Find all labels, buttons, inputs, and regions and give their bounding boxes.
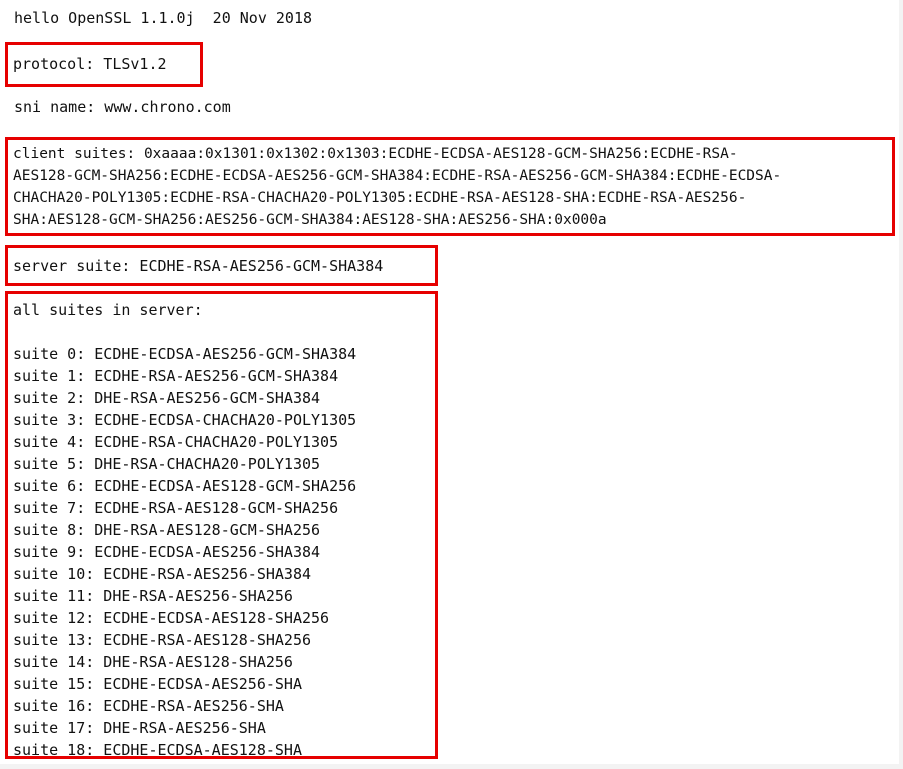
server-suite-line: server suite: ECDHE-RSA-AES256-GCM-SHA38…	[13, 257, 384, 275]
console-output: hello OpenSSL 1.1.0j 20 Nov 2018 protoco…	[0, 0, 899, 764]
suite-list-item: suite 18: ECDHE-ECDSA-AES128-SHA	[13, 741, 302, 759]
suite-list-item: suite 12: ECDHE-ECDSA-AES128-SHA256	[13, 609, 330, 627]
protocol-line: protocol: TLSv1.2	[13, 55, 167, 73]
server-suite-highlight-box: server suite: ECDHE-RSA-AES256-GCM-SHA38…	[5, 245, 438, 286]
client-suites-line: SHA:AES128-GCM-SHA256:AES256-GCM-SHA384:…	[13, 212, 607, 228]
suite-list-item: suite 2: DHE-RSA-AES256-GCM-SHA384	[13, 389, 321, 407]
suite-list-item: suite 5: DHE-RSA-CHACHA20-POLY1305	[13, 455, 321, 473]
suite-list-item: suite 15: ECDHE-ECDSA-AES256-SHA	[13, 675, 302, 693]
suite-list: suite 0: ECDHE-ECDSA-AES256-GCM-SHA384 s…	[13, 343, 356, 761]
suite-list-item: suite 9: ECDHE-ECDSA-AES256-SHA384	[13, 543, 321, 561]
suite-list-item: suite 6: ECDHE-ECDSA-AES128-GCM-SHA256	[13, 477, 357, 495]
all-suites-title: all suites in server:	[13, 301, 203, 319]
sni-name-line: sni name: www.chrono.com	[14, 98, 231, 116]
suite-list-item: suite 7: ECDHE-RSA-AES128-GCM-SHA256	[13, 499, 339, 517]
suite-list-item: suite 1: ECDHE-RSA-AES256-GCM-SHA384	[13, 367, 339, 385]
suite-list-item: suite 17: DHE-RSA-AES256-SHA	[13, 719, 266, 737]
client-suites-line: CHACHA20-POLY1305:ECDHE-RSA-CHACHA20-POL…	[13, 190, 747, 206]
client-suites-line: client suites: 0xaaaa:0x1301:0x1302:0x13…	[13, 146, 738, 162]
suite-list-item: suite 0: ECDHE-ECDSA-AES256-GCM-SHA384	[13, 345, 357, 363]
suite-list-item: suite 16: ECDHE-RSA-AES256-SHA	[13, 697, 284, 715]
client-suites-line: AES128-GCM-SHA256:ECDHE-ECDSA-AES256-GCM…	[13, 168, 782, 184]
suite-list-item: suite 3: ECDHE-ECDSA-CHACHA20-POLY1305	[13, 411, 357, 429]
client-suites-highlight-box: client suites: 0xaaaa:0x1301:0x1302:0x13…	[5, 137, 895, 236]
client-suites-text: client suites: 0xaaaa:0x1301:0x1302:0x13…	[13, 143, 781, 231]
protocol-highlight-box: protocol: TLSv1.2	[5, 42, 203, 87]
suite-list-item: suite 14: DHE-RSA-AES128-SHA256	[13, 653, 293, 671]
suite-list-item: suite 11: DHE-RSA-AES256-SHA256	[13, 587, 293, 605]
suite-list-item: suite 10: ECDHE-RSA-AES256-SHA384	[13, 565, 312, 583]
suite-list-item: suite 8: DHE-RSA-AES128-GCM-SHA256	[13, 521, 321, 539]
all-suites-highlight-box: all suites in server: suite 0: ECDHE-ECD…	[5, 291, 438, 759]
openssl-version-line: hello OpenSSL 1.1.0j 20 Nov 2018	[14, 9, 313, 27]
suite-list-item: suite 13: ECDHE-RSA-AES128-SHA256	[13, 631, 312, 649]
suite-list-item: suite 4: ECDHE-RSA-CHACHA20-POLY1305	[13, 433, 339, 451]
